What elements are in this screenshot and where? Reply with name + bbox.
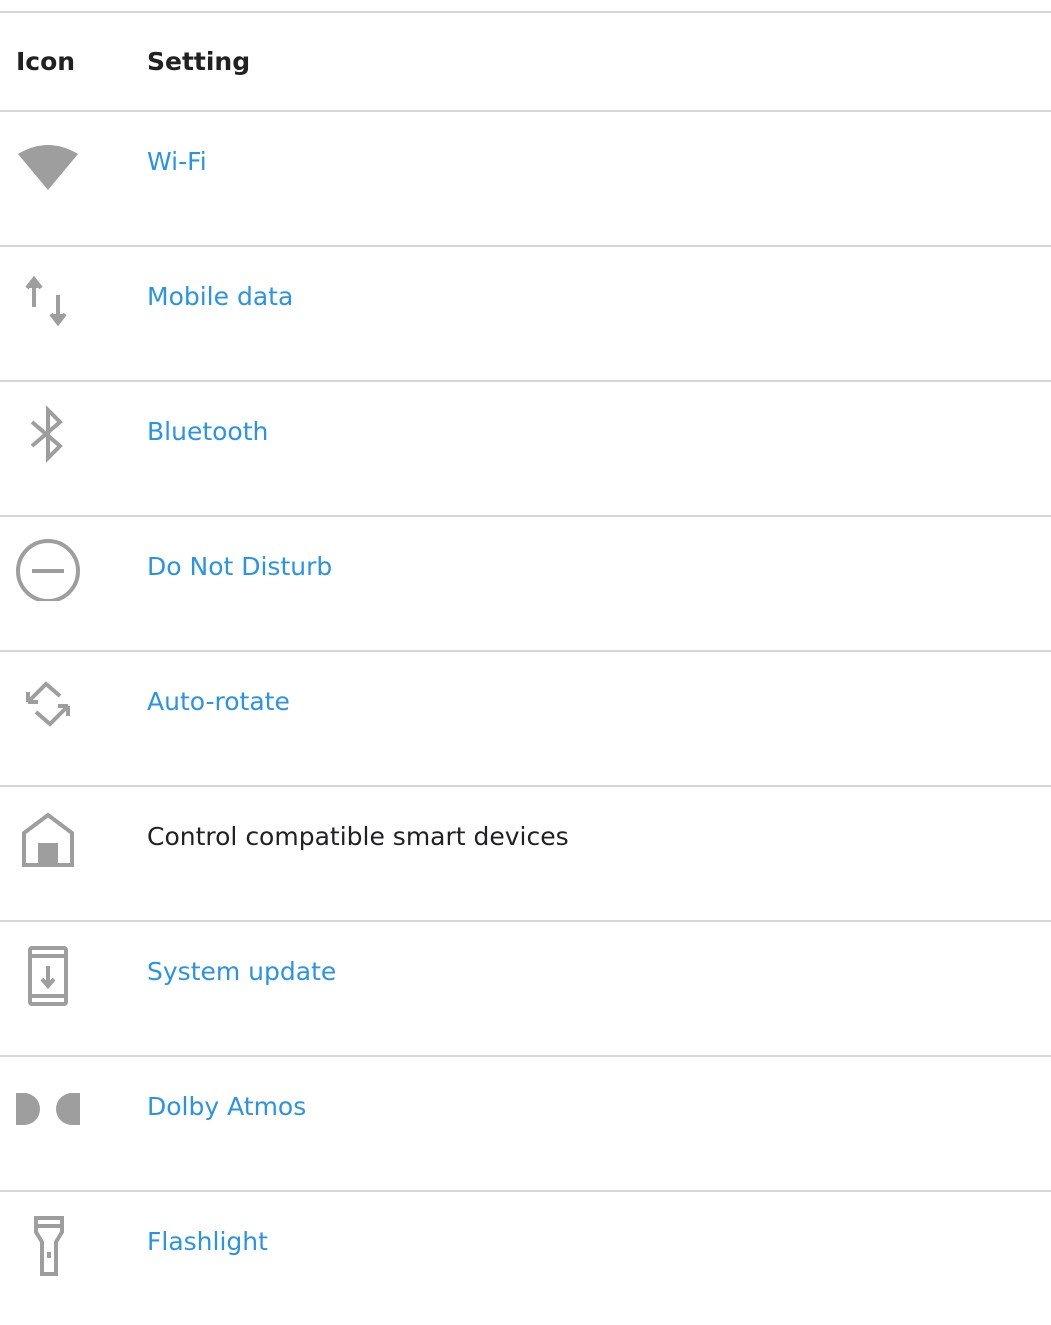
home-icon <box>16 807 80 871</box>
bluetooth-icon <box>16 402 80 466</box>
table-header-row: Icon Setting <box>0 11 1051 110</box>
icon-column-header: Icon <box>16 47 76 76</box>
table-row: Bluetooth <box>0 380 1051 515</box>
wifi-icon <box>16 132 80 196</box>
table-row: Wi-Fi <box>0 110 1051 245</box>
settings-icons-table: Icon Setting Wi-Fi Mobile data Bluetooth <box>0 11 1051 1325</box>
auto-rotate-icon <box>16 672 80 736</box>
table-row: System update <box>0 920 1051 1055</box>
dolby-atmos-link[interactable]: Dolby Atmos <box>147 1091 306 1123</box>
bluetooth-link[interactable]: Bluetooth <box>147 416 268 448</box>
flashlight-icon <box>16 1212 80 1276</box>
dolby-atmos-icon <box>16 1077 80 1141</box>
mobile-data-icon <box>16 267 80 331</box>
setting-column-header: Setting <box>147 47 251 76</box>
table-row: Control compatible smart devices <box>0 785 1051 920</box>
auto-rotate-link[interactable]: Auto-rotate <box>147 686 290 718</box>
system-update-link[interactable]: System update <box>147 956 336 988</box>
table-row: Do Not Disturb <box>0 515 1051 650</box>
mobile-data-link[interactable]: Mobile data <box>147 281 293 313</box>
wifi-link[interactable]: Wi-Fi <box>147 146 207 178</box>
table-row: Auto-rotate <box>0 650 1051 785</box>
table-row: Mobile data <box>0 245 1051 380</box>
system-update-icon <box>16 942 80 1006</box>
table-row: Flashlight <box>0 1190 1051 1325</box>
do-not-disturb-link[interactable]: Do Not Disturb <box>147 551 332 583</box>
flashlight-link[interactable]: Flashlight <box>147 1226 268 1258</box>
smart-devices-label: Control compatible smart devices <box>147 822 569 851</box>
do-not-disturb-icon <box>16 537 80 601</box>
table-row: Dolby Atmos <box>0 1055 1051 1190</box>
